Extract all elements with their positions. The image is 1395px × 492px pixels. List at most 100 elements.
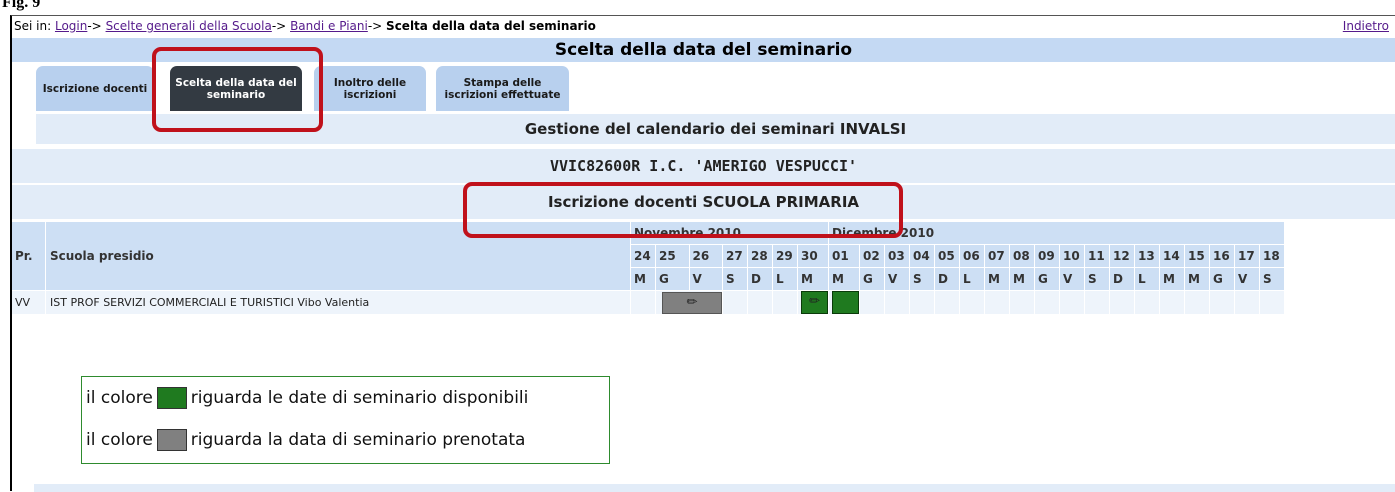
weekday-header: L [959, 267, 985, 291]
breadcrumb-sep: -> [367, 19, 383, 33]
breadcrumb: Sei in: Login-> Scelte generali della Sc… [14, 19, 596, 33]
booked-slot[interactable]: ✏ [662, 291, 722, 314]
available-day-cell[interactable]: ✏ [797, 290, 829, 315]
day-header: 26 [689, 244, 723, 268]
legend-box: il colore riguarda le date di seminario d… [81, 376, 610, 464]
day-cell [1034, 290, 1060, 315]
day-header: 03 [884, 244, 910, 268]
pencil-icon: ✏ [686, 294, 698, 310]
figure-label: Fig. 9 [2, 0, 41, 11]
day-cell [884, 290, 910, 315]
weekday-header: M [1009, 267, 1035, 291]
day-cell [1184, 290, 1210, 315]
weekday-header: L [772, 267, 798, 291]
weekday-header: M [630, 267, 656, 291]
day-cell [1084, 290, 1110, 315]
breadcrumb-scelte-link[interactable]: Scelte generali della Scuola [106, 19, 272, 33]
day-cell [747, 290, 773, 315]
legend-text: riguarda la data di seminario prenotata [190, 430, 526, 450]
day-header: 18 [1259, 244, 1285, 268]
day-header: 30 [797, 244, 829, 268]
day-cell [772, 290, 798, 315]
tab-stampa[interactable]: Stampa delle iscrizioni effettuate [436, 66, 569, 111]
weekday-header: S [909, 267, 935, 291]
row-school: IST PROF SERVIZI COMMERCIALI E TURISTICI… [45, 290, 631, 315]
tab-label: Iscrizione docenti [42, 82, 148, 95]
available-slot[interactable] [832, 291, 859, 314]
weekday-header: L [1134, 267, 1160, 291]
highlight-active-tab [152, 47, 323, 132]
col-pr-header: Pr. [12, 222, 46, 291]
day-cell [1234, 290, 1260, 315]
day-header: 28 [747, 244, 773, 268]
legend-booked: il colore riguarda la data di seminario p… [86, 429, 525, 451]
day-cell [1059, 290, 1085, 315]
weekday-header: S [722, 267, 748, 291]
day-cell [630, 290, 656, 315]
available-swatch [156, 387, 187, 409]
day-header: 04 [909, 244, 935, 268]
day-header: 13 [1134, 244, 1160, 268]
breadcrumb-sep: -> [271, 19, 287, 33]
day-cell [1259, 290, 1285, 315]
legend-text: riguarda le date di seminario disponibil… [190, 388, 529, 408]
weekday-header: V [1059, 267, 1085, 291]
weekday-header: M [797, 267, 829, 291]
row-pr: VV [12, 290, 46, 315]
breadcrumb-sep: -> [87, 19, 102, 33]
booked-day-cell[interactable]: ✏ [655, 290, 723, 315]
weekday-header: D [1109, 267, 1135, 291]
weekday-header: V [689, 267, 723, 291]
day-header: 25 [655, 244, 690, 268]
day-cell [859, 290, 885, 315]
tab-label: Stampa delle iscrizioni effettuate [444, 76, 561, 101]
day-cell [1134, 290, 1160, 315]
highlight-enrollment-title [463, 182, 903, 238]
available-day-cell[interactable] [828, 290, 860, 315]
day-header: 09 [1034, 244, 1060, 268]
school-name: VVIC82600R I.C. 'AMERIGO VESPUCCI' [12, 149, 1395, 183]
day-header: 27 [722, 244, 748, 268]
bottom-band [34, 484, 1395, 492]
weekday-header: S [1084, 267, 1110, 291]
day-header: 12 [1109, 244, 1135, 268]
weekday-header: M [828, 267, 860, 291]
back-link[interactable]: Indietro [1343, 19, 1389, 33]
weekday-header: G [859, 267, 885, 291]
day-cell [1209, 290, 1235, 315]
day-cell [909, 290, 935, 315]
weekday-header: G [655, 267, 690, 291]
breadcrumb-login-link[interactable]: Login [55, 19, 87, 33]
day-header: 10 [1059, 244, 1085, 268]
weekday-header: G [1034, 267, 1060, 291]
day-cell [934, 290, 960, 315]
weekday-header: G [1209, 267, 1235, 291]
day-cell [984, 290, 1010, 315]
booked-swatch [156, 429, 187, 451]
day-cell [959, 290, 985, 315]
day-header: 06 [959, 244, 985, 268]
legend-available: il colore riguarda le date di seminario d… [86, 387, 528, 409]
day-header: 14 [1159, 244, 1185, 268]
day-header: 29 [772, 244, 798, 268]
weekday-header: D [747, 267, 773, 291]
legend-prefix: il colore [86, 388, 153, 408]
day-cell [1109, 290, 1135, 315]
tab-iscrizione-docenti[interactable]: Iscrizione docenti [36, 66, 154, 111]
pencil-icon: ✏ [809, 294, 820, 309]
day-header: 08 [1009, 244, 1035, 268]
weekday-header: V [884, 267, 910, 291]
day-header: 16 [1209, 244, 1235, 268]
day-cell [722, 290, 748, 315]
available-slot[interactable]: ✏ [801, 291, 828, 314]
day-header: 01 [828, 244, 860, 268]
day-header: 24 [630, 244, 656, 268]
legend-prefix: il colore [86, 430, 153, 450]
day-header: 15 [1184, 244, 1210, 268]
breadcrumb-prefix: Sei in: [14, 19, 52, 33]
tab-inoltro[interactable]: Inoltro delle iscrizioni [314, 66, 426, 111]
breadcrumb-bandi-link[interactable]: Bandi e Piani [290, 19, 368, 33]
day-header: 02 [859, 244, 885, 268]
day-header: 17 [1234, 244, 1260, 268]
tab-label: Inoltro delle iscrizioni [333, 76, 407, 101]
